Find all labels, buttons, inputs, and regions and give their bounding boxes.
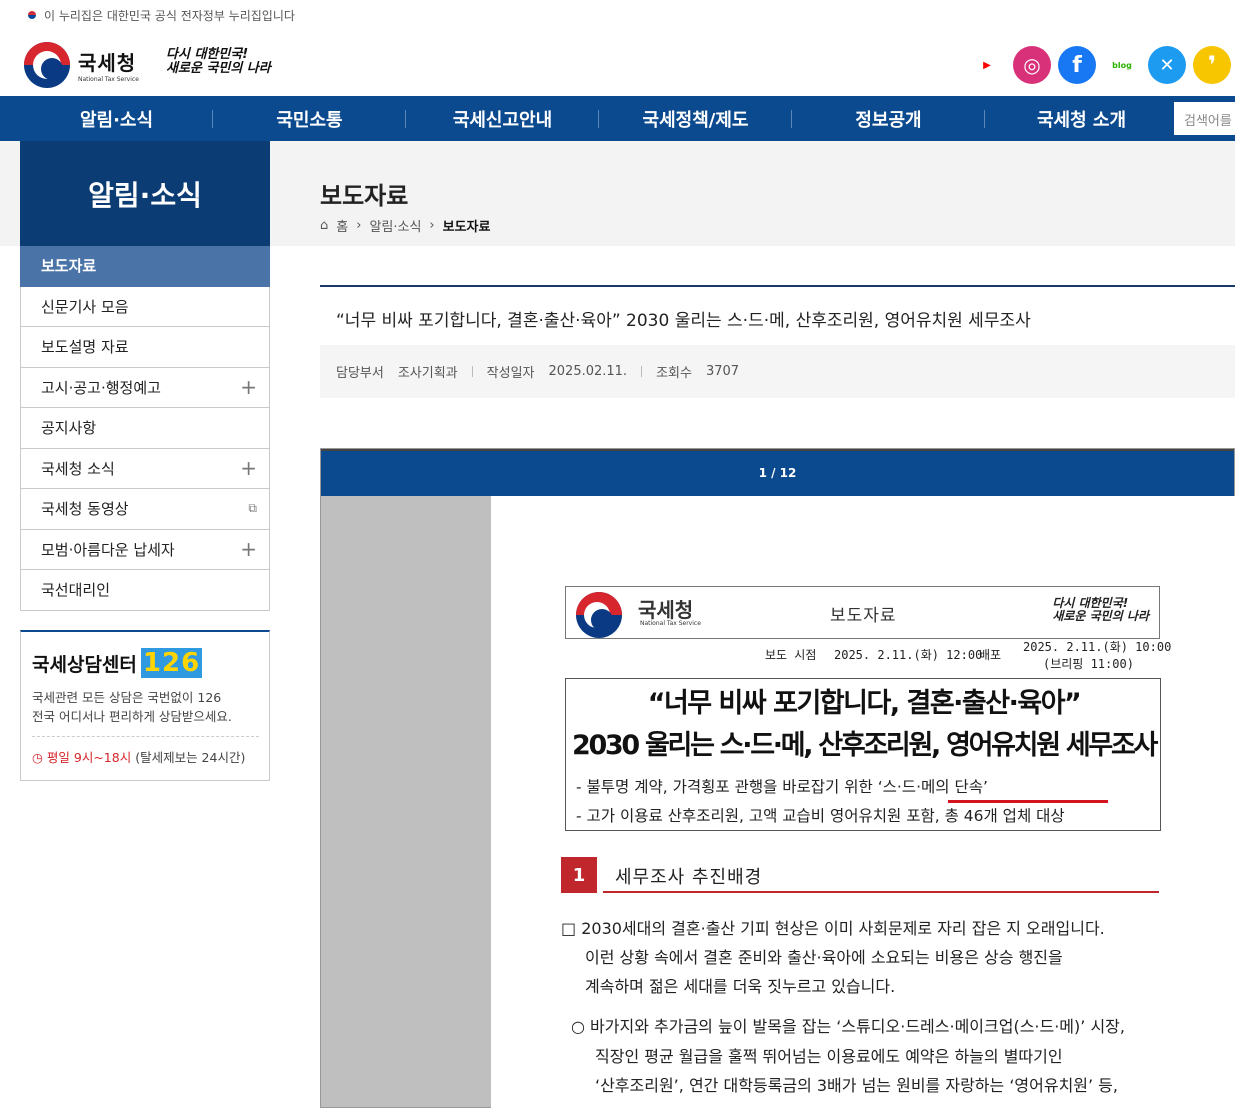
sidebar-menu: 보도자료 신문기사 모음 보도설명 자료 고시·공고·행정예고 + 공지사항 국세… xyxy=(20,246,270,611)
chevron-right-icon: › xyxy=(356,218,362,233)
doc-para-1-line-3: 계속하며 젊은 세대를 더욱 짓누르고 있습니다. xyxy=(585,977,896,996)
sidebar-item-press-release[interactable]: 보도자료 xyxy=(20,246,270,287)
site-header: 국세청 National Tax Service 다시 대한민국! 새로운 국민… xyxy=(0,30,1235,96)
document-viewer[interactable]: 1 / 12 국세청 National Tax Service 보도자료 다시 … xyxy=(320,448,1235,1108)
views-value: 3707 xyxy=(705,364,740,379)
nav-communication[interactable]: 국민소통 xyxy=(213,106,406,132)
instagram-icon[interactable]: ◎ xyxy=(1013,46,1051,84)
search-input[interactable]: 검색어를 xyxy=(1174,102,1235,135)
expand-plus-icon: + xyxy=(240,456,257,481)
logo-name-ko: 국세청 xyxy=(78,51,137,75)
date-label: 작성일자 xyxy=(486,366,535,381)
taegeuk-logo-icon xyxy=(24,42,70,88)
gov-banner[interactable]: 이 누리집은 대한민국 공식 전자정부 누리집입니다 xyxy=(0,0,1235,30)
article-meta: 담당부서 조사기획과 작성일자 2025.02.11. 조회수 3707 xyxy=(320,345,1235,398)
doc-headline-1: “너무 비싸 포기합니다, 결혼·출산·육아” xyxy=(647,688,1082,719)
nts-logo[interactable]: 국세청 National Tax Service xyxy=(24,42,139,88)
expand-plus-icon: + xyxy=(240,375,257,400)
facebook-icon[interactable]: f xyxy=(1058,46,1096,84)
consult-hours-note: (탈세제보는 24시간) xyxy=(135,750,246,765)
doc-org: 국세청 xyxy=(638,598,694,622)
nav-about[interactable]: 국세청 소개 xyxy=(985,106,1178,132)
breadcrumb-home[interactable]: 홈 xyxy=(336,216,348,235)
page-title: 보도자료 xyxy=(320,182,409,210)
doc-para-2-line-3: ‘산후조리원’, 연간 대학등록금의 3배가 넘는 원비를 자랑하는 ‘영어유치… xyxy=(595,1076,1118,1095)
consult-title: 국세상담센터 xyxy=(32,653,137,676)
doc-para-1-line-1: □ 2030세대의 결혼·출산 기피 현상은 이미 사회문제로 자리 잡은 지 … xyxy=(561,919,1105,938)
doc-kind: 보도자료 xyxy=(830,606,897,626)
sidebar-item-news-clippings[interactable]: 신문기사 모음 xyxy=(20,286,270,327)
dist-label: 배포 xyxy=(979,648,1002,662)
doc-sub-2: - 고가 이용료 산후조리원, 고액 교습비 영어유치원 포함, 총 46개 업… xyxy=(576,807,1065,825)
date-value: 2025.02.11. xyxy=(548,364,628,379)
nav-policy[interactable]: 국세정책/제도 xyxy=(599,106,792,132)
nav-disclosure[interactable]: 정보공개 xyxy=(792,106,985,132)
section-title: 세무조사 추진배경 xyxy=(615,867,763,888)
x-twitter-icon[interactable]: ✕ xyxy=(1148,46,1186,84)
youtube-icon[interactable]: ▶ xyxy=(968,46,1006,84)
expand-plus-icon: + xyxy=(240,537,257,562)
clock-icon: ◷ xyxy=(32,750,43,765)
sns-links: ▶ ◎ f blog ✕ ❜ xyxy=(968,46,1231,84)
breadcrumb: ⌂ 홈 › 알림·소식 › 보도자료 xyxy=(320,216,490,235)
sidebar-item-press-explanation[interactable]: 보도설명 자료 xyxy=(20,327,270,368)
document-page: 국세청 National Tax Service 보도자료 다시 대한민국! 새로… xyxy=(491,496,1235,1108)
chevron-right-icon: › xyxy=(429,218,435,233)
nav-tax-filing[interactable]: 국세신고안내 xyxy=(406,106,599,132)
views-label: 조회수 xyxy=(656,366,692,381)
consult-desc-1: 국세관련 모든 상담은 국번없이 126 xyxy=(32,690,222,705)
logo-name-en: National Tax Service xyxy=(78,76,139,83)
release-label: 보도 시점 xyxy=(765,648,817,662)
sidebar-item-nts-news[interactable]: 국세청 소식 + xyxy=(20,448,270,489)
consult-desc-2: 전국 어디서나 편리하게 상담받으세요. xyxy=(32,709,232,724)
sidebar-item-public-agent[interactable]: 국선대리인 xyxy=(20,570,270,611)
dept-label: 담당부서 xyxy=(336,366,384,381)
consult-center-box[interactable]: 국세상담센터 126 국세관련 모든 상담은 국번없이 126 전국 어디서나 편… xyxy=(20,630,270,781)
dist-time: 2025. 2.11.(화) 10:00 xyxy=(1023,640,1172,654)
red-underline xyxy=(948,800,1108,803)
doc-para-1-line-2: 이런 상황 속에서 결혼 준비와 출산·육아에 소요되는 비용은 상승 행진을 xyxy=(585,948,1063,967)
external-link-icon: ⧉ xyxy=(248,501,257,516)
release-time: 2025. 2.11.(화) 12:00 xyxy=(834,648,983,662)
doc-para-2-line-2: 직장인 평균 월급을 훌쩍 뛰어넘는 이용료에도 예약은 하늘의 별따기인 xyxy=(595,1047,1063,1066)
sidebar-item-model-taxpayers[interactable]: 모범·아름다운 납세자 + xyxy=(20,529,270,570)
blog-icon[interactable]: blog xyxy=(1103,46,1141,84)
gov-banner-text: 이 누리집은 대한민국 공식 전자정부 누리집입니다 xyxy=(44,8,295,23)
sidebar-item-nts-videos[interactable]: 국세청 동영상 ⧉ xyxy=(20,489,270,530)
sidebar-title: 알림·소식 xyxy=(20,141,270,246)
doc-para-2-line-1: ○ 바가지와 추가금의 늪이 발목을 잡는 ‘스튜디오·드레스·메이크업(스·드… xyxy=(571,1017,1125,1036)
kakao-icon[interactable]: ❜ xyxy=(1193,46,1231,84)
main-nav: 알림·소식 국민소통 국세신고안내 국세정책/제도 정보공개 국세청 소개 검색… xyxy=(0,96,1235,141)
article-title: “너무 비싸 포기합니다, 결혼·출산·육아” 2030 울리는 스·드·메, … xyxy=(336,311,1031,331)
briefing-time: (브리핑 11:00) xyxy=(1043,657,1134,671)
dept-value: 조사기획과 xyxy=(397,366,458,381)
consult-number: 126 xyxy=(140,648,203,678)
sidebar-item-notices-admin[interactable]: 고시·공고·행정예고 + xyxy=(20,367,270,408)
doc-sub-1: - 불투명 계약, 가격횡포 관행을 바로잡기 위한 ‘스·드·메의 단속’ xyxy=(576,778,988,796)
doc-section-heading: 1 세무조사 추진배경 xyxy=(561,857,1159,893)
doc-slogan: 다시 대한민국! 새로운 국민의 나라 xyxy=(1052,596,1149,623)
home-icon[interactable]: ⌂ xyxy=(320,218,328,233)
article-top-rule xyxy=(320,285,1235,287)
sidebar-item-announcements[interactable]: 공지사항 xyxy=(20,408,270,449)
nav-notice[interactable]: 알림·소식 xyxy=(20,106,213,132)
doc-headline-box: “너무 비싸 포기합니다, 결혼·출산·육아” 2030 울리는 스·드·메, … xyxy=(565,678,1161,831)
slogan: 다시 대한민국! 새로운 국민의 나라 xyxy=(166,47,271,76)
consult-hours: 평일 9시~18시 xyxy=(46,750,132,765)
breadcrumb-current[interactable]: 보도자료 xyxy=(443,216,491,235)
doc-org-en: National Tax Service xyxy=(640,620,701,627)
korea-flag-icon xyxy=(24,9,40,21)
section-number: 1 xyxy=(561,857,597,893)
doc-headline-2: 2030 울리는 스·드·메, 산후조리원, 영어유치원 세무조사 xyxy=(571,730,1158,761)
taegeuk-logo-icon xyxy=(574,590,624,640)
breadcrumb-level1[interactable]: 알림·소식 xyxy=(369,216,421,235)
doc-header: 국세청 National Tax Service 보도자료 다시 대한민국! 새로… xyxy=(565,586,1160,639)
page-indicator: 1 / 12 xyxy=(321,449,1234,496)
